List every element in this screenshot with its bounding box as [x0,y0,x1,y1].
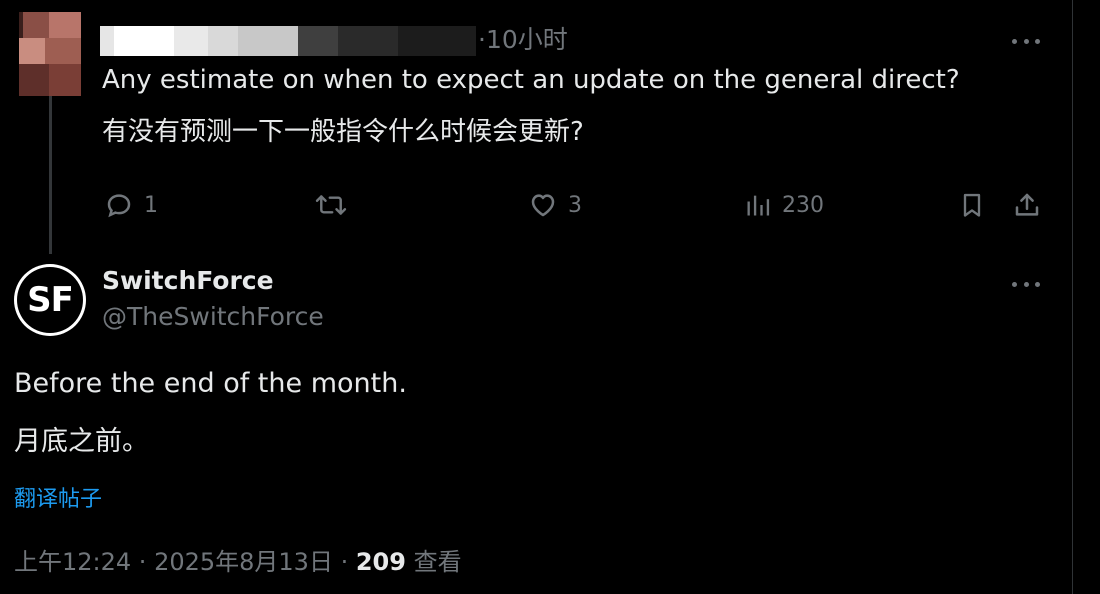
avatar-logo-text: SF [27,280,74,320]
timestamp-separator: · [478,25,486,54]
main-text-english: Before the end of the month. [14,368,407,399]
reply-count: 1 [144,192,158,218]
reply-timestamp[interactable]: ·10小时 [478,22,568,58]
heart-icon [531,194,555,217]
reply-text-chinese: 有没有预测一下一般指令什么时候会更新? [102,117,584,147]
main-text-chinese: 月底之前。 [14,426,149,457]
column-divider [1072,0,1073,594]
share-icon [1015,193,1039,216]
more-horizontal-icon[interactable] [1012,280,1040,288]
user-handle[interactable]: @TheSwitchForce [102,300,324,334]
tweet-thread-view: ·10小时 Any estimate on when to expect an … [0,0,1100,594]
views-button[interactable]: 230 [744,186,824,224]
translate-post-link[interactable]: 翻译帖子 [14,484,102,516]
reply-button[interactable]: 1 [104,186,158,224]
retweet-icon [315,195,347,215]
switchforce-avatar[interactable]: SF [14,264,86,336]
more-horizontal-icon[interactable] [1012,37,1040,45]
reply-icon [107,194,131,218]
post-views-label: 查看 [405,548,462,576]
blurred-username [100,26,476,56]
views-count: 230 [782,192,824,218]
post-time[interactable]: 上午12:24 [14,548,131,576]
post-views-count[interactable]: 209 [356,548,406,576]
meta-separator: · [131,548,155,576]
share-button[interactable] [1012,186,1042,224]
thread-connector-line [49,96,52,254]
retweet-button[interactable] [314,186,358,224]
reply-time-text: 10小时 [485,25,568,54]
display-name[interactable]: SwitchForce [102,264,274,298]
avatar-inner: SF [17,267,83,333]
like-count: 3 [568,192,582,218]
meta-separator: · [332,548,356,576]
like-button[interactable]: 3 [528,186,582,224]
reply-text-english: Any estimate on when to expect an update… [102,65,960,95]
views-chart-icon [747,195,770,216]
reply-avatar[interactable] [19,12,81,96]
bookmark-button[interactable] [958,186,986,224]
tweet-meta: 上午12:24 · 2025年8月13日 · 209 查看 [14,544,462,580]
post-date[interactable]: 2025年8月13日 [154,548,333,576]
bookmark-icon [963,193,981,217]
